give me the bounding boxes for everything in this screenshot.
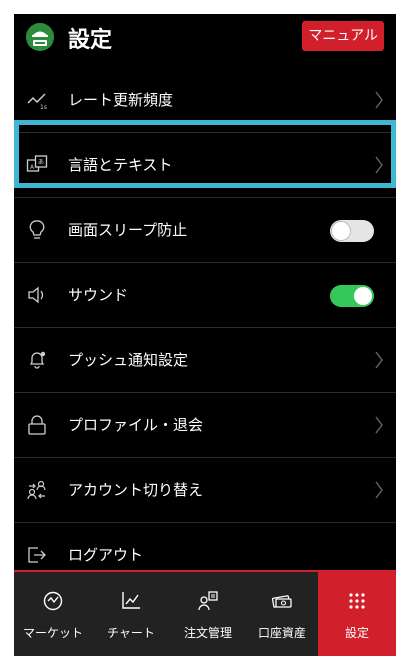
settings-item-sound: サウンド — [14, 263, 396, 328]
settings-item-profile[interactable]: プロファイル・退会 — [14, 393, 396, 458]
tab-orders[interactable]: 注文管理 — [170, 572, 246, 656]
settings-item-label: レート更新頻度 — [68, 91, 174, 109]
tab-chart[interactable]: チャート — [92, 572, 170, 656]
chevron-right-icon — [374, 480, 384, 500]
tab-label: マーケット — [22, 626, 83, 640]
page-title: 設定 — [68, 28, 113, 53]
toggle-knob — [354, 287, 372, 305]
header: 設定 マニュアル — [14, 14, 396, 68]
settings-list: 1s レート更新頻度 Aあ 言語とテキスト 画面スリープ防止 サウンド プッシュ… — [14, 68, 396, 588]
settings-item-label: プロファイル・退会 — [68, 416, 204, 434]
manual-button[interactable]: マニュアル — [302, 21, 384, 51]
svg-text:A: A — [30, 164, 35, 171]
tab-label: 注文管理 — [183, 626, 232, 640]
switch-account-icon — [26, 479, 48, 501]
logout-icon — [26, 544, 48, 566]
tab-label: チャート — [107, 626, 155, 640]
language-icon: Aあ — [26, 154, 48, 176]
chevron-right-icon — [374, 415, 384, 435]
bell-icon — [26, 349, 48, 371]
speaker-icon — [26, 284, 48, 306]
settings-item-label: アカウント切り替え — [68, 481, 204, 499]
assets-icon — [271, 590, 293, 612]
market-icon — [42, 590, 64, 612]
settings-item-label: サウンド — [68, 286, 129, 304]
sound-toggle[interactable] — [330, 285, 374, 307]
tab-assets[interactable]: 口座資産 — [246, 572, 318, 656]
settings-item-switch-account[interactable]: アカウント切り替え — [14, 458, 396, 523]
rate-update-icon: 1s — [26, 89, 48, 111]
svg-text:あ: あ — [38, 159, 44, 166]
tab-label: 設定 — [344, 626, 369, 640]
bottom-tab-bar: マーケット チャート 注文管理 口座資産 設定 — [14, 570, 396, 656]
toggle-knob — [332, 222, 350, 240]
chevron-right-icon — [374, 90, 384, 110]
settings-item-label: プッシュ通知設定 — [68, 351, 189, 369]
settings-screen: 設定 マニュアル 1s レート更新頻度 Aあ 言語とテキスト 画面スリープ防止 — [14, 14, 396, 656]
settings-grid-icon — [346, 590, 368, 612]
settings-item-label: 画面スリープ防止 — [68, 221, 188, 239]
tab-settings[interactable]: 設定 — [318, 572, 396, 656]
svg-text:1s: 1s — [40, 104, 47, 111]
lightbulb-icon — [26, 219, 48, 241]
settings-item-label: 言語とテキスト — [68, 156, 173, 174]
screen-sleep-toggle[interactable] — [330, 220, 374, 242]
settings-item-screen-sleep: 画面スリープ防止 — [14, 198, 396, 263]
chart-icon — [120, 590, 142, 612]
settings-item-rate-update[interactable]: 1s レート更新頻度 — [14, 68, 396, 133]
settings-item-push-notification[interactable]: プッシュ通知設定 — [14, 328, 396, 393]
tab-market[interactable]: マーケット — [14, 572, 92, 656]
chevron-right-icon — [374, 350, 384, 370]
tab-label: 口座資産 — [257, 626, 306, 640]
settings-item-language[interactable]: Aあ 言語とテキスト — [14, 133, 396, 198]
lock-icon — [26, 414, 48, 436]
chevron-right-icon — [374, 155, 384, 175]
mt4-logo-icon — [26, 23, 54, 51]
order-icon — [197, 590, 219, 612]
